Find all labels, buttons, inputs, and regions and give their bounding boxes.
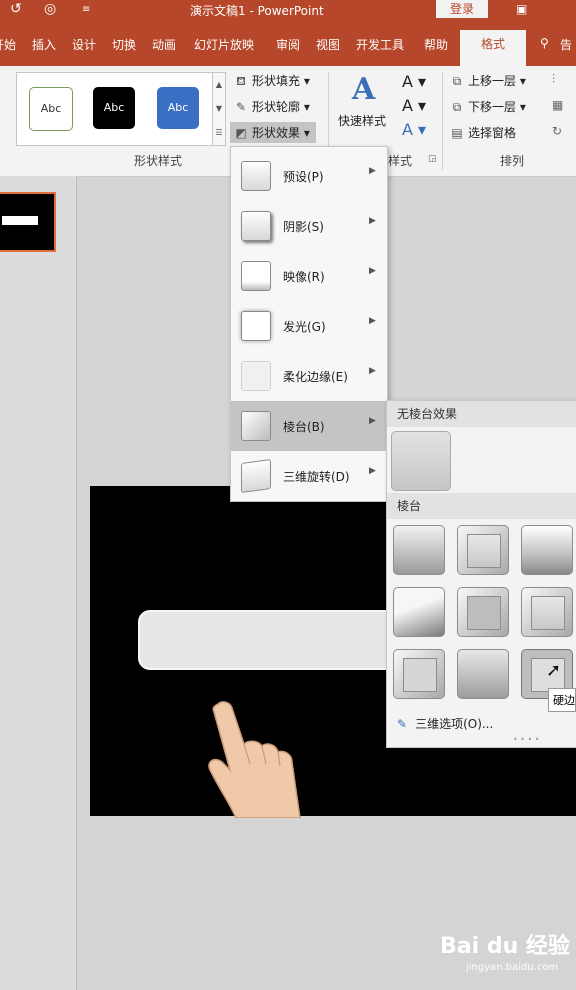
pencil-icon: ✎ [235, 100, 247, 114]
shape-effects-menu: 预设(P) ▶ 阴影(S) ▶ 映像(R) ▶ 发光(G) ▶ 柔化边缘(E) … [230, 146, 388, 502]
present-icon[interactable]: ◎ [44, 1, 56, 17]
tab-transitions[interactable]: 切换 [112, 36, 136, 53]
submenu-arrow-icon: ▶ [369, 266, 376, 276]
submenu-arrow-icon: ▶ [369, 316, 376, 326]
menu-item-reflection[interactable]: 映像(R) ▶ [231, 251, 387, 301]
bevel-option-none[interactable] [391, 431, 451, 491]
submenu-arrow-icon: ▶ [369, 416, 376, 426]
slide-thumbnail[interactable] [0, 192, 56, 252]
shape-fill-button[interactable]: ⛾ 形状填充 ▾ [234, 72, 310, 90]
preset-icon [241, 161, 271, 191]
send-backward-button[interactable]: ⧉ 下移一层 ▾ [450, 98, 526, 115]
ribbon-display-icon[interactable]: ▣ [516, 2, 527, 16]
selection-pane-button[interactable]: ▤ 选择窗格 [450, 124, 516, 141]
shape-style-white[interactable]: Abc [29, 87, 73, 131]
text-effects-icon[interactable]: A ▾ [402, 120, 426, 139]
text-outline-icon[interactable]: A ▾ [402, 96, 426, 115]
mouse-cursor-icon: ➚ [546, 660, 562, 681]
menu-item-preset[interactable]: 预设(P) ▶ [231, 151, 387, 201]
no-bevel-heading: 无棱台效果 [387, 401, 576, 427]
title-bar: ↺ ◎ ≡ 演示文稿1 - PowerPoint 登录 ▣ [0, 0, 576, 22]
shape-style-black[interactable]: Abc [93, 87, 135, 129]
tab-home[interactable]: 开始 [0, 36, 16, 53]
baidu-jingyan-watermark: Bai du 经验 jingyan.baidu.com [440, 928, 570, 973]
send-backward-icon: ⧉ [452, 100, 462, 114]
slide-thumbnails-pane [0, 176, 77, 990]
rotate-icon[interactable]: ↻ [552, 124, 562, 138]
bevel-icon [241, 411, 271, 441]
menu-item-soft-edges[interactable]: 柔化边缘(E) ▶ [231, 351, 387, 401]
menu-item-3d-rotation[interactable]: 三维旋转(D) ▶ [231, 451, 387, 501]
shape-style-blue[interactable]: Abc [157, 87, 199, 129]
align-icon[interactable]: ⫶ [552, 72, 555, 87]
tooltip: 硬边 [548, 688, 576, 712]
hand-pointer-image [208, 701, 301, 818]
submenu-arrow-icon: ▶ [369, 466, 376, 476]
bevel-option-slope[interactable] [457, 649, 509, 699]
resize-grip[interactable]: • • • • [513, 735, 540, 744]
submenu-arrow-icon: ▶ [369, 216, 376, 226]
bevel-option-relaxed-inset[interactable] [457, 525, 509, 575]
tab-help[interactable]: 帮助 [424, 36, 448, 53]
watermark-url: jingyan.baidu.com [466, 962, 559, 973]
quick-styles-button[interactable]: 快速样式 [338, 112, 386, 129]
bring-forward-button[interactable]: ⧉ 上移一层 ▾ [450, 72, 526, 89]
ribbon-tab-bar: 开始 插入 设计 切换 动画 幻灯片放映 审阅 视图 开发工具 帮助 格式 ⚲ … [0, 22, 576, 66]
tab-review[interactable]: 审阅 [276, 36, 300, 53]
bevel-option-circle[interactable] [393, 525, 445, 575]
bevel-option-cool-slant[interactable] [393, 587, 445, 637]
tab-developer[interactable]: 开发工具 [356, 36, 404, 53]
shape-outline-button[interactable]: ✎ 形状轮廓 ▾ [234, 98, 310, 115]
fill-bucket-icon: ⛾ [236, 74, 246, 88]
watermark-logo: Bai du 经验 [440, 934, 570, 959]
reflection-icon [241, 261, 271, 291]
bevel-heading: 棱台 [387, 493, 576, 519]
soft-edges-icon [241, 361, 271, 391]
bevel-option-cross[interactable] [521, 525, 573, 575]
menu-item-shadow[interactable]: 阴影(S) ▶ [231, 201, 387, 251]
text-fill-icon[interactable]: A ▾ [402, 72, 426, 91]
tab-slideshow[interactable]: 幻灯片放映 [194, 36, 254, 53]
shape-effects-button[interactable]: ◩ 形状效果 ▾ [230, 122, 316, 143]
tab-animations[interactable]: 动画 [152, 36, 176, 53]
dialog-launcher-icon[interactable]: ◲ [428, 154, 437, 164]
menu-item-bevel[interactable]: 棱台(B) ▶ [231, 401, 387, 451]
window-title: 演示文稿1 - PowerPoint [190, 4, 324, 18]
gallery-more-icon[interactable]: ☰ [213, 121, 225, 145]
shape-styles-group-label: 形状样式 [134, 154, 183, 168]
gallery-up-icon[interactable]: ▲ [213, 73, 225, 97]
qat-dropdown-icon[interactable]: ≡ [82, 4, 90, 15]
bevel-option-angle[interactable] [457, 587, 509, 637]
group-divider [442, 72, 443, 170]
tab-format[interactable]: 格式 [460, 30, 526, 66]
arrange-group-label: 排列 [500, 154, 525, 168]
thumbnail-shape [2, 216, 38, 225]
tab-design[interactable]: 设计 [72, 36, 96, 53]
gallery-scroll[interactable]: ▲ ▼ ☰ [212, 72, 226, 146]
tab-insert[interactable]: 插入 [32, 36, 56, 53]
group-objects-icon[interactable]: ▦ [552, 98, 563, 112]
undo-icon[interactable]: ↺ [10, 1, 22, 17]
menu-item-glow[interactable]: 发光(G) ▶ [231, 301, 387, 351]
wordart-styles-group-label: 样式 [388, 154, 413, 168]
tab-tell-me[interactable]: 告 [560, 36, 572, 53]
3d-rotation-icon [241, 458, 271, 494]
login-button[interactable]: 登录 [436, 0, 488, 18]
submenu-arrow-icon: ▶ [369, 366, 376, 376]
bevel-option-soft-round[interactable] [521, 587, 573, 637]
submenu-arrow-icon: ▶ [369, 166, 376, 176]
bring-forward-icon: ⧉ [452, 74, 462, 88]
3d-options-button[interactable]: ✎ 三维选项(O)... [397, 715, 493, 732]
bevel-option-convex[interactable] [393, 649, 445, 699]
3d-options-icon: ✎ [397, 717, 408, 731]
glow-icon [241, 311, 271, 341]
selection-pane-icon: ▤ [451, 126, 463, 140]
effects-icon: ◩ [235, 126, 247, 140]
tab-view[interactable]: 视图 [316, 36, 340, 53]
gallery-down-icon[interactable]: ▼ [213, 97, 225, 121]
shape-style-gallery: Abc Abc Abc [16, 72, 213, 146]
shadow-icon [241, 211, 271, 241]
search-icon[interactable]: ⚲ [540, 36, 549, 50]
wordart-a-icon: A [352, 72, 376, 107]
